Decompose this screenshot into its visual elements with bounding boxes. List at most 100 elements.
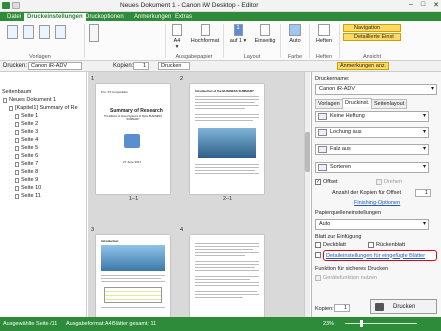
- sortieren-select[interactable]: Sorteren ▾: [315, 162, 429, 173]
- text-line: [195, 276, 259, 277]
- save-icon[interactable]: [12, 2, 20, 9]
- status-ausgewaehlte-seite: Ausgewählte Seite /11: [3, 321, 58, 327]
- document-icon: [3, 97, 7, 103]
- color-mode-button[interactable]: Auto: [284, 24, 306, 44]
- chapter-icon: [9, 105, 13, 111]
- druckername-value: Canon iR-ADV: [319, 86, 356, 92]
- vorlage-4-button[interactable]: [54, 25, 66, 41]
- falz-select[interactable]: Falz aus ▾: [315, 144, 429, 155]
- printer-select[interactable]: Canon iR-ADV: [28, 62, 82, 70]
- scrollbar-thumb[interactable]: [305, 132, 310, 172]
- tree-page[interactable]: Seite 4: [15, 137, 38, 143]
- page-icon: [15, 169, 19, 175]
- heften-button[interactable]: Heften: [312, 24, 336, 44]
- lochung-select[interactable]: Lochung aus ▾: [315, 127, 429, 138]
- kopien-panel-input[interactable]: 1: [334, 304, 350, 312]
- geraetefunktion-checkbox[interactable]: [315, 275, 321, 281]
- close-button[interactable]: ✕: [433, 1, 439, 9]
- tree-page[interactable]: Seite 8: [15, 169, 38, 175]
- tree-page[interactable]: Seite 11: [15, 193, 41, 199]
- zoom-slider-thumb[interactable]: [360, 320, 363, 327]
- preview-page-1[interactable]: Pro. XX Corporation Summary of Research …: [96, 84, 170, 194]
- text-line: [195, 117, 259, 118]
- preview-page-4[interactable]: [190, 235, 264, 317]
- detaillierte-einstellungen-button[interactable]: Detaillierte Einst: [343, 33, 401, 41]
- geraetefunktion-label: Gerätefunktion nutzen: [323, 275, 378, 281]
- page-icon: [15, 145, 19, 151]
- heftung-select[interactable]: Keine Heftung ▾: [315, 111, 429, 122]
- text-line: [195, 173, 259, 174]
- tab-druckeinstellungen[interactable]: Druckeinstellungen: [24, 13, 86, 21]
- finishing-optionen-link[interactable]: Finishing-Optionen: [354, 200, 400, 206]
- tab-datei[interactable]: Datei: [4, 13, 24, 21]
- papierquelle-value: Auto: [319, 221, 331, 227]
- status-ausgabeformat: Ausgabeformat:A4: [66, 321, 112, 327]
- page-icon: [15, 113, 19, 119]
- drucken-toolbar-button[interactable]: Drucken: [158, 62, 190, 70]
- tree-page[interactable]: Seite 5: [15, 145, 38, 151]
- tab-druckinst[interactable]: Druckinst.: [342, 98, 373, 107]
- tree-page[interactable]: Seite 3: [15, 129, 38, 135]
- ansicht-group-label: Ansicht: [362, 54, 382, 60]
- preview-area[interactable]: 1 Pro. XX Corporation Summary of Researc…: [88, 72, 310, 317]
- drucken-panel-label: Drucken: [393, 304, 416, 310]
- tree-page-label: Seite 8: [21, 169, 39, 175]
- orientation-value: Hochformat: [190, 38, 220, 44]
- preview-page-3[interactable]: Introduction: [96, 235, 170, 317]
- anzahl-kopien-offset-input[interactable]: 1: [415, 189, 431, 197]
- tree-chapter[interactable]: [Kapitel1] Summary of Re: [9, 105, 78, 111]
- papierquelle-select[interactable]: Auto ▾: [315, 219, 429, 230]
- fold-icon: [318, 146, 327, 153]
- navigation-button[interactable]: Navigation: [343, 24, 401, 32]
- kopien-input[interactable]: 1: [133, 62, 149, 70]
- druckername-select[interactable]: Canon iR-ADV ▾: [315, 84, 437, 95]
- tree-page-label: Seite 4: [21, 137, 39, 143]
- preview-scrollbar[interactable]: [304, 72, 310, 317]
- paper-size-button[interactable]: A4 ▾: [168, 24, 186, 50]
- tree-root[interactable]: Neues Dokument 1: [3, 97, 56, 103]
- tab-seitenlayout[interactable]: Seitenlayout: [371, 99, 408, 109]
- tree-page-label: Seite 9: [21, 177, 39, 183]
- farbe-group-label: Farbe: [287, 54, 303, 60]
- text-line: [195, 249, 253, 250]
- page-table: [104, 287, 162, 303]
- text-line: [195, 114, 259, 115]
- page-icon: [15, 193, 19, 199]
- chevron-down-icon: ▾: [430, 86, 434, 92]
- mehr-vorlagen-button[interactable]: [88, 24, 100, 44]
- vorlage-3-button[interactable]: [38, 25, 50, 41]
- maximize-button[interactable]: □: [421, 1, 425, 9]
- zoom-slider[interactable]: [345, 323, 417, 324]
- tab-druckoptionen[interactable]: Druckoptionen: [82, 13, 127, 21]
- tree-page[interactable]: Seite 9: [15, 177, 38, 183]
- tab-extras[interactable]: Extras: [172, 13, 195, 21]
- text-line: [195, 282, 259, 283]
- pages-per-sheet-button[interactable]: 1 auf 1 ▾: [227, 24, 249, 44]
- tab-vorlagen[interactable]: Vorlagen: [315, 99, 343, 109]
- duplex-button[interactable]: Einseitig: [252, 24, 278, 44]
- preview-page-2[interactable]: Introduction of the BUSINESS SUMMARY: [190, 84, 264, 194]
- tree-page[interactable]: Seite 6: [15, 153, 38, 159]
- minimize-button[interactable]: –: [409, 1, 413, 9]
- tree-page[interactable]: Seite 10: [15, 185, 41, 191]
- offset-checkbox[interactable]: ✓: [315, 179, 321, 185]
- vorlage-1-button[interactable]: [6, 25, 18, 41]
- rueckenblatt-checkbox[interactable]: [368, 242, 374, 248]
- detaileinstellungen-link[interactable]: Detaileinstellungen für eingefügte Blätt…: [326, 253, 425, 259]
- drehen-checkbox[interactable]: [376, 179, 382, 185]
- vorlage-2-button[interactable]: [22, 25, 34, 41]
- drucken-panel-button[interactable]: Drucken: [370, 299, 437, 314]
- einfuegung-checkbox[interactable]: [315, 252, 321, 258]
- deckblatt-checkbox[interactable]: [315, 242, 321, 248]
- tree-page[interactable]: Seite 1: [15, 113, 38, 119]
- text-line: [101, 275, 165, 276]
- tree-page[interactable]: Seite 2: [15, 121, 38, 127]
- tab-anmerkungen[interactable]: Anmerkungen: [131, 13, 174, 21]
- staple-icon: [318, 113, 327, 120]
- page-number: 1: [91, 76, 95, 82]
- text-line: [195, 108, 245, 109]
- tree-page[interactable]: Seite 7: [15, 161, 38, 167]
- anmerkungen-anzeigen-button[interactable]: Anmerkungen anz.: [337, 62, 389, 70]
- orientation-button[interactable]: Hochformat: [190, 24, 220, 44]
- text-line: [195, 96, 259, 97]
